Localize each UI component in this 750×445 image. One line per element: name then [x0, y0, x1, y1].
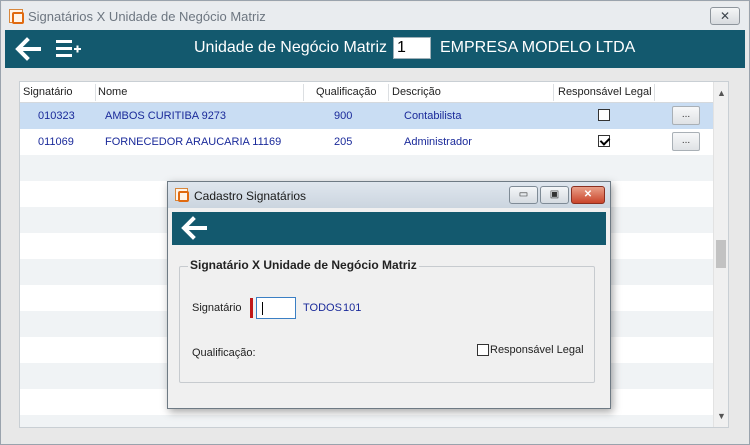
cell-descricao: Contabilista — [404, 110, 462, 122]
dialog-toolbar — [172, 212, 606, 245]
group-title: Signatário X Unidade de Negócio Matriz — [188, 258, 419, 272]
signatario-input[interactable] — [256, 297, 296, 319]
responsavel-legal-checkbox[interactable] — [477, 344, 489, 356]
scroll-thumb[interactable] — [716, 240, 726, 268]
company-name: EMPRESA MODELO LTDA — [440, 39, 636, 56]
signatario-group: Signatário X Unidade de Negócio Matriz S… — [179, 258, 595, 383]
dialog-titlebar: Cadastro Signatários ▭ ▣ ✕ — [168, 182, 610, 208]
main-close-button[interactable]: ✕ — [710, 7, 740, 25]
main-titlebar: Signatários X Unidade de Negócio Matriz … — [2, 2, 748, 30]
row-details-button[interactable]: ... — [672, 132, 700, 151]
cell-qualificacao: 205 — [334, 136, 353, 148]
text-caret — [262, 302, 263, 315]
grid-header: Signatário Nome Qualificação Descrição R… — [20, 82, 714, 103]
qualificacao-label: Qualificação: — [192, 347, 256, 359]
cell-qualificacao: 900 — [334, 110, 353, 122]
cell-nome: AMBOS CURITIBA 9273 — [105, 110, 227, 122]
column-header-descricao[interactable]: Descrição — [392, 86, 441, 98]
arrow-left-icon[interactable] — [179, 216, 207, 240]
dialog-close-button[interactable]: ✕ — [571, 186, 605, 204]
signatario-code: 101 — [343, 302, 362, 314]
table-row[interactable]: 010323 AMBOS CURITIBA 9273 900 Contabili… — [20, 103, 714, 129]
dialog-maximize-button[interactable]: ▣ — [540, 186, 569, 204]
empty-row — [20, 415, 714, 427]
business-unit-input[interactable]: 1 — [393, 37, 431, 59]
signatario-name: TODOS — [303, 302, 342, 314]
list-add-icon[interactable] — [54, 37, 82, 61]
cell-signatario: 011069 — [38, 136, 74, 148]
business-unit-label: Unidade de Negócio Matriz — [194, 39, 387, 56]
required-indicator — [250, 298, 253, 318]
row-details-button[interactable]: ... — [672, 106, 700, 125]
app-logo-icon — [175, 188, 189, 202]
column-header-signatario[interactable]: Signatário — [23, 86, 73, 98]
app-logo-icon — [9, 9, 24, 24]
column-header-qualificacao[interactable]: Qualificação — [316, 86, 377, 98]
cadastro-dialog: Cadastro Signatários ▭ ▣ ✕ Signatário X … — [167, 181, 611, 409]
cell-descricao: Administrador — [404, 136, 472, 148]
dialog-title: Cadastro Signatários — [194, 189, 307, 203]
responsavel-checkbox[interactable] — [598, 135, 610, 147]
cell-nome: FORNECEDOR ARAUCARIA 11169 — [105, 136, 282, 148]
grid-vertical-scrollbar[interactable]: ▲ ▼ — [713, 82, 728, 427]
scroll-down-icon[interactable]: ▼ — [717, 411, 726, 421]
arrow-left-icon[interactable] — [13, 37, 41, 61]
signatario-label: Signatário — [192, 302, 242, 314]
responsavel-legal-label: Responsável Legal — [490, 344, 584, 356]
main-toolbar: Unidade de Negócio Matriz 1 EMPRESA MODE… — [5, 30, 745, 68]
responsavel-checkbox[interactable] — [598, 109, 610, 121]
cell-signatario: 010323 — [38, 110, 75, 122]
scroll-up-icon[interactable]: ▲ — [717, 88, 726, 98]
column-header-responsavel[interactable]: Responsável Legal — [558, 86, 652, 98]
dialog-minimize-button[interactable]: ▭ — [509, 186, 538, 204]
main-window-title: Signatários X Unidade de Negócio Matriz — [28, 9, 266, 24]
table-row[interactable]: 011069 FORNECEDOR ARAUCARIA 11169 205 Ad… — [20, 129, 714, 155]
empty-row — [20, 155, 714, 181]
column-header-nome[interactable]: Nome — [98, 86, 127, 98]
